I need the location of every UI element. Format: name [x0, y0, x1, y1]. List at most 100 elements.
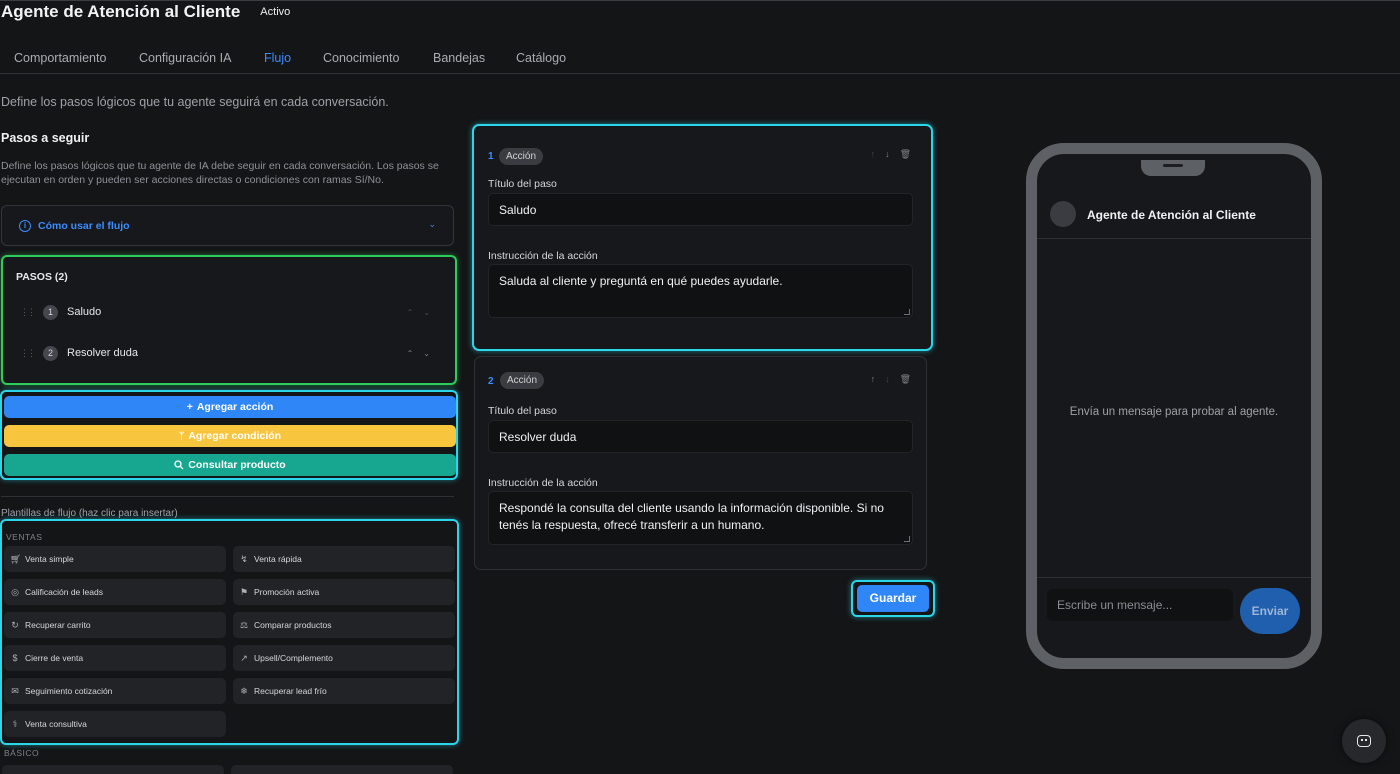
home-indicator: [1127, 658, 1219, 661]
step-type-pill: Acción: [499, 148, 544, 165]
scale-icon: ⚖: [239, 619, 249, 630]
target-icon: ◎: [11, 586, 19, 597]
template-venta-simple[interactable]: 🛒︎ Venta simple: [4, 546, 226, 572]
template-label: Seguimiento cotización: [25, 686, 113, 696]
drag-handle-icon[interactable]: ⋮⋮: [20, 307, 36, 318]
template-label: Venta consultiva: [25, 719, 87, 729]
save-button[interactable]: Guardar: [857, 585, 929, 612]
template-label: Calificación de leads: [25, 587, 103, 597]
tab-bandejas[interactable]: Bandejas: [433, 51, 485, 65]
page-header: Agente de Atención al Cliente Activo: [1, 2, 290, 22]
chat-agent-name: Agente de Atención al Cliente: [1087, 208, 1256, 222]
howto-accordion[interactable]: i Cómo usar el flujo ⌄: [1, 205, 454, 246]
divider: [1, 496, 454, 497]
template-label: Cierre de venta: [25, 653, 84, 663]
avatar: [1050, 201, 1076, 227]
template-label: Venta simple: [25, 554, 74, 564]
step-title-input[interactable]: Resolver duda: [488, 420, 913, 453]
reorder-arrows-icon[interactable]: ⌃⌄: [407, 349, 440, 358]
templates-panel: VENTAS 🛒︎ Venta simple ↯ Venta rápida ◎ Cal…: [0, 519, 459, 745]
template-label: Venta rápida: [254, 554, 302, 564]
move-down-icon[interactable]: ↓: [885, 149, 890, 160]
tab-flujo[interactable]: Flujo: [264, 51, 291, 65]
chat-empty-message: Envía un mensaje para probar al agente.: [1069, 406, 1279, 418]
templates-title: Plantillas de flujo (haz clic para inser…: [1, 508, 178, 519]
tab-conocimiento[interactable]: Conocimiento: [323, 51, 399, 65]
template-comparar-productos[interactable]: ⚖ Comparar productos: [233, 612, 455, 638]
page-title: Agente de Atención al Cliente: [1, 2, 241, 21]
template-label: Recuperar carrito: [25, 620, 91, 630]
message-input[interactable]: Escribe un mensaje...: [1047, 589, 1233, 621]
drag-handle-icon[interactable]: ⋮⋮: [20, 348, 36, 359]
add-step-buttons: + Agregar acción ᛉ Agregar condición Con…: [0, 390, 458, 480]
category-label-basico: BÁSICO: [4, 748, 40, 758]
chat-widget-button[interactable]: [1342, 719, 1386, 763]
template-seguimiento-cotizacion[interactable]: ✉ Seguimiento cotización: [4, 678, 226, 704]
template-label: Promoción activa: [254, 587, 320, 597]
tab-configuracion-ia[interactable]: Configuración IA: [139, 51, 231, 65]
phone-notch: [1141, 160, 1205, 176]
plus-icon: +: [186, 401, 193, 413]
send-button[interactable]: Enviar: [1240, 588, 1300, 634]
stethoscope-icon: ⚕: [12, 718, 18, 729]
move-up-icon[interactable]: ↑: [871, 374, 876, 385]
template-promocion-activa[interactable]: ⚑ Promoción activa: [233, 579, 455, 605]
steps-section-description: Define los pasos lógicos que tu agente d…: [1, 160, 439, 186]
title-label: Título del paso: [488, 405, 557, 417]
template-recuperar-carrito[interactable]: ↻ Recuperar carrito: [4, 612, 226, 638]
category-label-ventas: VENTAS: [6, 532, 43, 542]
step-card-number: 1: [488, 151, 494, 162]
chat-preview-phone: Agente de Atención al Cliente Envía un m…: [1026, 143, 1322, 669]
step-name: Resolver duda: [67, 347, 138, 359]
step-card-tools: ↑ ↓ 🗑︎: [871, 149, 911, 160]
steps-list-header: PASOS (2): [16, 271, 68, 283]
step-instruction-textarea[interactable]: Respondé la consulta del cliente usando …: [488, 491, 913, 545]
steps-section-title: Pasos a seguir: [1, 131, 90, 145]
template-item-partial[interactable]: [2, 765, 224, 774]
add-action-label: Agregar acción: [196, 401, 274, 413]
trash-icon[interactable]: 🗑︎: [900, 149, 911, 160]
template-venta-rapida[interactable]: ↯ Venta rápida: [233, 546, 455, 572]
add-condition-button[interactable]: ᛉ Agregar condición: [4, 425, 456, 447]
add-action-button[interactable]: + Agregar acción: [4, 396, 456, 418]
howto-label: Cómo usar el flujo: [38, 219, 130, 232]
move-up-icon[interactable]: ↑: [871, 149, 876, 160]
tab-comportamiento[interactable]: Comportamiento: [14, 51, 106, 65]
step-type-pill: Acción: [500, 372, 545, 389]
template-label: Recuperar lead frío: [254, 686, 327, 696]
template-upsell[interactable]: ↗ Upsell/Complemento: [233, 645, 455, 671]
chevron-down-icon: ⌄: [428, 219, 436, 229]
megaphone-icon: ⚑: [239, 586, 249, 597]
step-item-saludo[interactable]: ⋮⋮ 1 Saludo ⌃⌄: [20, 303, 440, 321]
trash-icon[interactable]: 🗑︎: [900, 374, 911, 385]
step-title-input[interactable]: Saludo: [488, 193, 913, 226]
zap-icon: ↯: [240, 553, 248, 564]
template-calificacion-leads[interactable]: ◎ Calificación de leads: [4, 579, 226, 605]
step-card-2: 2 Acción ↑ ↓ 🗑︎ Título del paso Resolver…: [474, 356, 927, 570]
step-instruction-textarea[interactable]: Saluda al cliente y preguntá en qué pued…: [488, 264, 913, 318]
template-cierre-venta[interactable]: $ Cierre de venta: [4, 645, 226, 671]
snowflake-icon: ❄: [240, 685, 248, 696]
reorder-arrows-icon[interactable]: ⌃⌄: [407, 308, 440, 317]
tab-bar: Comportamiento Configuración IA Flujo Co…: [0, 44, 1400, 74]
dollar-icon: $: [12, 653, 18, 663]
title-label: Título del paso: [488, 178, 557, 190]
step-card-tools: ↑ ↓ 🗑︎: [871, 374, 911, 385]
template-item-partial[interactable]: [231, 765, 453, 774]
step-number: 1: [43, 304, 58, 320]
step-item-resolver-duda[interactable]: ⋮⋮ 2 Resolver duda ⌃⌄: [20, 344, 440, 362]
trending-up-icon: ↗: [240, 652, 248, 663]
refresh-icon: ↻: [11, 619, 19, 630]
search-icon: [174, 460, 184, 470]
template-recuperar-lead-frio[interactable]: ❄ Recuperar lead frío: [233, 678, 455, 704]
template-venta-consultiva[interactable]: ⚕ Venta consultiva: [4, 711, 226, 737]
check-product-button[interactable]: Consultar producto: [4, 454, 456, 476]
tab-catalogo[interactable]: Catálogo: [516, 51, 566, 65]
check-product-label: Consultar producto: [188, 459, 286, 471]
move-down-icon[interactable]: ↓: [885, 374, 890, 385]
chat-header: Agente de Atención al Cliente: [1037, 180, 1311, 239]
instruction-label: Instrucción de la acción: [488, 477, 598, 489]
steps-list: PASOS (2) ⋮⋮ 1 Saludo ⌃⌄ ⋮⋮ 2 Resolver d…: [1, 255, 457, 385]
template-label: Upsell/Complemento: [254, 653, 333, 663]
step-card-1: 1 Acción ↑ ↓ 🗑︎ Título del paso Saludo I…: [472, 124, 933, 351]
